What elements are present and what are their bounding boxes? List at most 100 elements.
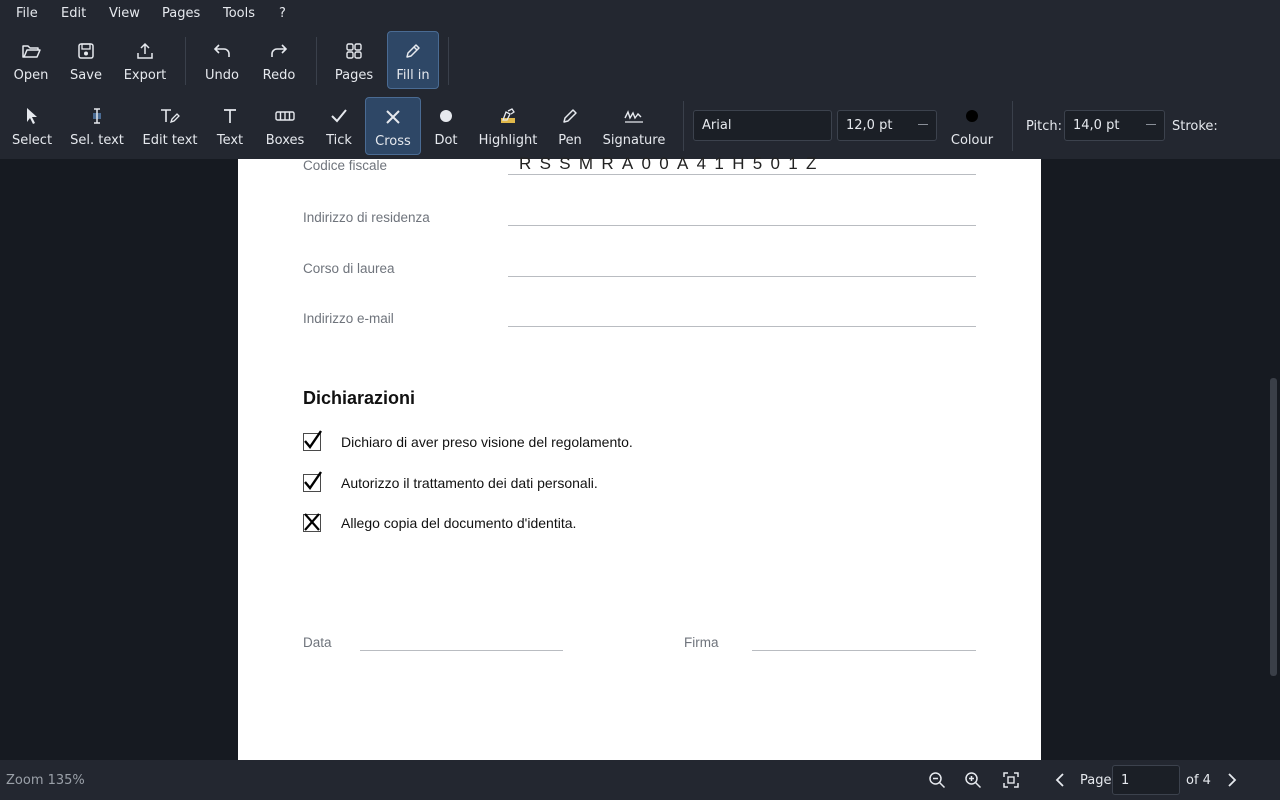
- pen-tool-button[interactable]: Pen: [550, 97, 590, 154]
- pitch-value: 14,0 pt: [1073, 118, 1120, 133]
- zoom-out-icon[interactable]: [926, 769, 948, 791]
- highlighter-icon: [499, 105, 517, 127]
- document-page: Codice fiscale RSSMRA00A41H501Z Indirizz…: [238, 154, 1041, 760]
- page-label: Page: [1080, 773, 1112, 788]
- email-field-line[interactable]: [508, 326, 976, 327]
- signature-tool-button[interactable]: Signature: [600, 97, 668, 154]
- redo-button[interactable]: Redo: [256, 32, 302, 89]
- separator: [316, 37, 317, 85]
- pitch-label: Pitch:: [1026, 119, 1063, 134]
- zoom-in-icon[interactable]: [962, 769, 984, 791]
- pen-icon: [561, 105, 579, 127]
- fit-page-icon[interactable]: [1000, 769, 1022, 791]
- signature-label: Signature: [602, 133, 666, 148]
- pages-button[interactable]: Pages: [330, 32, 378, 89]
- field-label-email: Indirizzo e-mail: [303, 311, 394, 326]
- highlight-label: Highlight: [478, 133, 538, 148]
- menu-view[interactable]: View: [109, 6, 140, 21]
- main-toolbar: Open Save Export Undo Redo Pages Fill in: [0, 29, 1280, 93]
- separator: [185, 37, 186, 85]
- cross-mark-icon: [304, 513, 320, 531]
- signature-icon: [623, 105, 645, 127]
- colour-label: Colour: [950, 133, 994, 148]
- colour-swatch-icon: [965, 105, 979, 127]
- open-label: Open: [13, 68, 49, 83]
- select-label: Select: [11, 133, 53, 148]
- redo-icon: [270, 40, 288, 62]
- redo-label: Redo: [262, 68, 296, 83]
- stroke-label: Stroke:: [1172, 119, 1218, 134]
- cursor-arrow-icon: [24, 105, 40, 127]
- save-button[interactable]: Save: [62, 32, 110, 89]
- tick-mark-icon: [304, 430, 322, 449]
- field-label-codice-fiscale: Codice fiscale: [303, 158, 388, 173]
- declaration-text-1: Dichiaro di aver preso visione del regol…: [341, 434, 633, 450]
- date-label: Data: [303, 635, 332, 650]
- menu-tools[interactable]: Tools: [223, 6, 255, 21]
- date-field-line[interactable]: [360, 650, 563, 651]
- save-icon: [77, 40, 95, 62]
- tools-toolbar: Select Sel. text Edit text Text Boxes Ti…: [0, 93, 1280, 159]
- text-icon: [222, 105, 238, 127]
- dot-tool-button[interactable]: Dot: [427, 97, 465, 154]
- field-label-residenza: Indirizzo di residenza: [303, 210, 430, 225]
- sel-text-label: Sel. text: [70, 133, 124, 148]
- pencil-icon: [404, 40, 422, 62]
- tick-tool-button[interactable]: Tick: [318, 97, 360, 154]
- next-page-icon[interactable]: [1221, 769, 1243, 791]
- boxes-label: Boxes: [265, 133, 305, 148]
- zoom-level: Zoom 135%: [6, 773, 85, 788]
- boxes-icon: [275, 105, 295, 127]
- menu-edit[interactable]: Edit: [61, 6, 86, 21]
- edit-text-label: Edit text: [142, 133, 198, 148]
- status-bar: Zoom 135% Page 1 of 4: [0, 760, 1280, 800]
- codice-fiscale-value[interactable]: RSSMRA00A41H501Z: [519, 154, 825, 174]
- export-icon: [136, 40, 154, 62]
- scrollbar-thumb[interactable]: [1270, 378, 1277, 676]
- text-tool-button[interactable]: Text: [210, 97, 250, 154]
- select-tool-button[interactable]: Select: [8, 97, 56, 154]
- tick-icon: [330, 105, 348, 127]
- open-button[interactable]: Open: [6, 32, 56, 89]
- menu-help[interactable]: ?: [279, 6, 286, 21]
- declaration-text-2: Autorizzo il trattamento dei dati person…: [341, 475, 598, 491]
- edit-text-tool-button[interactable]: Edit text: [138, 97, 202, 154]
- cross-tool-button[interactable]: Cross: [365, 97, 421, 155]
- font-size-spinbox[interactable]: 12,0 pt: [837, 110, 937, 141]
- undo-icon: [213, 40, 231, 62]
- signature-field-label: Firma: [684, 635, 719, 650]
- separator: [1012, 101, 1013, 151]
- tick-mark-icon: [304, 471, 322, 490]
- spin-divider: [1146, 124, 1156, 125]
- fill-in-label: Fill in: [396, 68, 430, 83]
- field-line: [508, 174, 976, 175]
- export-button[interactable]: Export: [118, 32, 172, 89]
- undo-button[interactable]: Undo: [199, 32, 245, 89]
- menu-pages[interactable]: Pages: [162, 6, 200, 21]
- select-text-tool-button[interactable]: Sel. text: [66, 97, 128, 154]
- dot-label: Dot: [434, 133, 458, 148]
- folder-open-icon: [21, 40, 41, 62]
- menu-file[interactable]: File: [16, 6, 38, 21]
- declaration-text-3: Allego copia del documento d'identita.: [341, 515, 577, 531]
- page-count: of 4: [1186, 773, 1211, 788]
- spin-divider: [918, 124, 928, 125]
- menu-bar: File Edit View Pages Tools ?: [0, 0, 1280, 29]
- font-family-select[interactable]: Arial: [693, 110, 832, 141]
- export-label: Export: [123, 68, 167, 83]
- fill-in-button[interactable]: Fill in: [387, 31, 439, 89]
- colour-button[interactable]: Colour: [947, 97, 997, 154]
- corso-field-line[interactable]: [508, 276, 976, 277]
- dot-icon: [439, 105, 453, 127]
- pitch-spinbox[interactable]: 14,0 pt: [1064, 110, 1165, 141]
- cross-label: Cross: [375, 134, 411, 149]
- highlight-tool-button[interactable]: Highlight: [476, 97, 540, 154]
- undo-label: Undo: [205, 68, 239, 83]
- previous-page-icon[interactable]: [1049, 769, 1071, 791]
- page-number-input[interactable]: 1: [1112, 765, 1180, 795]
- grid-icon: [345, 40, 363, 62]
- separator: [683, 101, 684, 151]
- signature-field-line[interactable]: [752, 650, 976, 651]
- residenza-field-line[interactable]: [508, 225, 976, 226]
- boxes-tool-button[interactable]: Boxes: [262, 97, 308, 154]
